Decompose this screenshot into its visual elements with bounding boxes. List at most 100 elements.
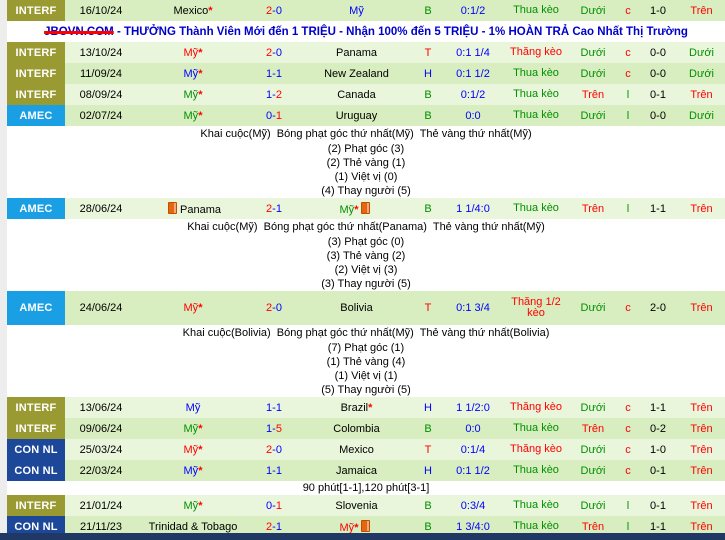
team-name: Mỹ xyxy=(349,4,364,17)
home-team: Mỹ* xyxy=(137,68,249,80)
match-date: 13/06/24 xyxy=(79,401,123,414)
corner-score: 2-0 xyxy=(650,302,666,314)
corner-score: 0-0 xyxy=(650,67,666,80)
team-name: Uruguay xyxy=(335,109,378,122)
corner-score: 0-2 xyxy=(650,422,666,435)
match-date: 09/06/24 xyxy=(79,422,123,435)
full-time-score: 1-1 xyxy=(249,402,299,414)
handicap-odds: 0:1/4 xyxy=(460,443,486,456)
match-stat-line: (4) Thay người (5) xyxy=(7,184,725,198)
match-row[interactable]: INTERF 13/06/24 Mỹ 1-1 Brazil* H 1 1/2:0 Thắng … xyxy=(7,397,725,418)
handicap-odds: 0:0 xyxy=(465,109,481,122)
league-badge: CON NL xyxy=(7,439,65,460)
handicap-side: T xyxy=(424,302,432,314)
corner-flag: c xyxy=(625,302,631,314)
match-row[interactable]: INTERF 21/01/24 Mỹ* 0-1 Slovenia B 0:3/4 Thua k… xyxy=(7,495,725,516)
full-time-score: 1-2 xyxy=(249,89,299,101)
favourite-star-icon: * xyxy=(368,401,373,414)
home-team: Trinidad & Tobago xyxy=(137,521,249,533)
match-row[interactable]: CON NL 22/03/24 Mỹ* 1-1 Jamaica H 0:1 1/2 Thua … xyxy=(7,460,725,481)
ad-banner[interactable]: JBOVN.COM - THƯỞNG Thành Viên Mới đến 1 … xyxy=(7,21,725,42)
full-time-score: 2-1 xyxy=(249,521,299,533)
handicap-result: Thua kèo xyxy=(513,89,559,100)
league-badge: INTERF xyxy=(7,84,65,105)
league-badge: INTERF xyxy=(7,42,65,63)
corner-flag: l xyxy=(626,520,630,533)
favourite-star-icon: * xyxy=(198,67,203,80)
away-team: Colombia xyxy=(299,423,414,435)
match-date: 24/06/24 xyxy=(79,302,123,314)
handicap-result: Thua kèo xyxy=(513,203,559,214)
match-date: 11/09/24 xyxy=(79,67,122,80)
match-row[interactable]: INTERF 09/06/24 Mỹ* 1-5 Colombia B 0:0 Thua kèo… xyxy=(7,418,725,439)
league-badge: INTERF xyxy=(7,495,65,516)
match-row[interactable]: AMEC 24/06/24 Mỹ* 2-0 Bolivia T 0:1 3/4 Thắng 1… xyxy=(7,291,725,325)
match-stat-line: (1) Thẻ vàng (4) xyxy=(7,355,725,369)
handicap-side: B xyxy=(424,88,432,101)
match-row[interactable]: INTERF 11/09/24 Mỹ* 1-1 New Zealand H 0:1 1/2 T… xyxy=(7,63,725,84)
corner-over-under: Trên xyxy=(690,443,713,456)
match-stat-line: (1) Việt vị (0) xyxy=(7,170,725,184)
match-stat-line: (3) Thay người (5) xyxy=(7,277,725,291)
handicap-result: Thua kèo xyxy=(513,5,559,16)
handicap-side: B xyxy=(424,202,432,215)
away-team: Brazil* xyxy=(299,402,414,414)
away-goals: 1 xyxy=(275,464,282,477)
favourite-star-icon: * xyxy=(198,422,203,435)
league-badge: AMEC xyxy=(7,291,65,325)
handicap-result: Thua kèo xyxy=(513,423,559,434)
team-name: Mexico xyxy=(173,4,209,17)
team-name: Bolivia xyxy=(340,302,373,314)
match-row[interactable]: INTERF 08/09/24 Mỹ* 1-2 Canada B 0:1/2 Thua kèo… xyxy=(7,84,725,105)
corner-over-under: Trên xyxy=(690,88,713,101)
match-row[interactable]: AMEC 28/06/24 Panama 2-1 Mỹ* B 1 1/4:0 Thua kèo… xyxy=(7,198,725,219)
corner-over-under: Trên xyxy=(690,422,713,435)
match-stat-line: (3) Thẻ vàng (2) xyxy=(7,249,725,263)
team-name: Mỹ xyxy=(183,302,199,314)
match-history-panel: INTERF 16/10/24 Mexico* 2-0 Mỹ B 0:1/2 Thua kèo… xyxy=(0,0,725,540)
league-badge: INTERF xyxy=(7,397,65,418)
away-goals: 1 xyxy=(275,401,282,414)
team-name: Mỹ xyxy=(183,109,199,122)
match-stat-line: (2) Việt vị (3) xyxy=(7,263,725,277)
away-team: Mỹ* xyxy=(299,519,414,534)
handicap-result: Thua kèo xyxy=(513,465,559,476)
away-goals: 1 xyxy=(275,67,282,80)
corner-flag: c xyxy=(625,443,631,456)
handicap-result: Thua kèo xyxy=(513,110,559,121)
team-name: Jamaica xyxy=(336,464,377,477)
handicap-odds: 0:1 3/4 xyxy=(456,302,490,314)
team-name: Mỹ xyxy=(339,203,355,216)
league-badge: CON NL xyxy=(7,460,65,481)
away-team: Bolivia xyxy=(299,302,414,314)
away-goals: 0 xyxy=(275,46,282,59)
match-row[interactable]: CON NL 25/03/24 Mỹ* 2-0 Mexico T 0:1/4 Thắng kè… xyxy=(7,439,725,460)
away-team: Mỹ xyxy=(299,5,414,17)
match-date: 21/01/24 xyxy=(79,499,123,512)
handicap-side: H xyxy=(424,401,432,414)
over-under-result: Trên xyxy=(581,422,605,435)
team-name: Colombia xyxy=(333,422,380,435)
favourite-star-icon: * xyxy=(198,464,203,477)
favourite-star-icon: * xyxy=(208,4,213,17)
match-row[interactable]: INTERF 16/10/24 Mexico* 2-0 Mỹ B 0:1/2 Thua kèo… xyxy=(7,0,725,21)
handicap-side: B xyxy=(424,109,432,122)
home-team: Mỹ* xyxy=(137,89,249,101)
handicap-side: H xyxy=(424,464,432,477)
corner-over-under: Trên xyxy=(690,4,713,17)
match-stats-header: Khai cuộc(Bolivia) Bóng phạt góc thứ nhấ… xyxy=(7,325,725,341)
home-team: Mỹ xyxy=(137,402,249,414)
match-row[interactable]: INTERF 13/10/24 Mỹ* 2-0 Panama T 0:1 1/4 Thắng … xyxy=(7,42,725,63)
handicap-side: B xyxy=(424,520,432,533)
match-date: 25/03/24 xyxy=(79,443,123,456)
handicap-odds: 1 1/4:0 xyxy=(456,202,490,215)
handicap-side: B xyxy=(424,422,432,435)
team-name: Mỹ xyxy=(339,521,355,534)
ad-domain[interactable]: JBOVN.COM xyxy=(44,26,114,38)
over-under-result: Dưới xyxy=(580,109,606,122)
match-stats-header: Khai cuộc(Mỹ) Bóng phạt góc thứ nhất(Mỹ)… xyxy=(7,126,725,142)
match-row[interactable]: AMEC 02/07/24 Mỹ* 0-1 Uruguay B 0:0 Thua kèo Dướ… xyxy=(7,105,725,126)
handicap-result: Thắng kèo xyxy=(510,444,562,455)
full-time-score: 2-0 xyxy=(249,444,299,456)
corner-over-under: Trên xyxy=(690,302,713,314)
